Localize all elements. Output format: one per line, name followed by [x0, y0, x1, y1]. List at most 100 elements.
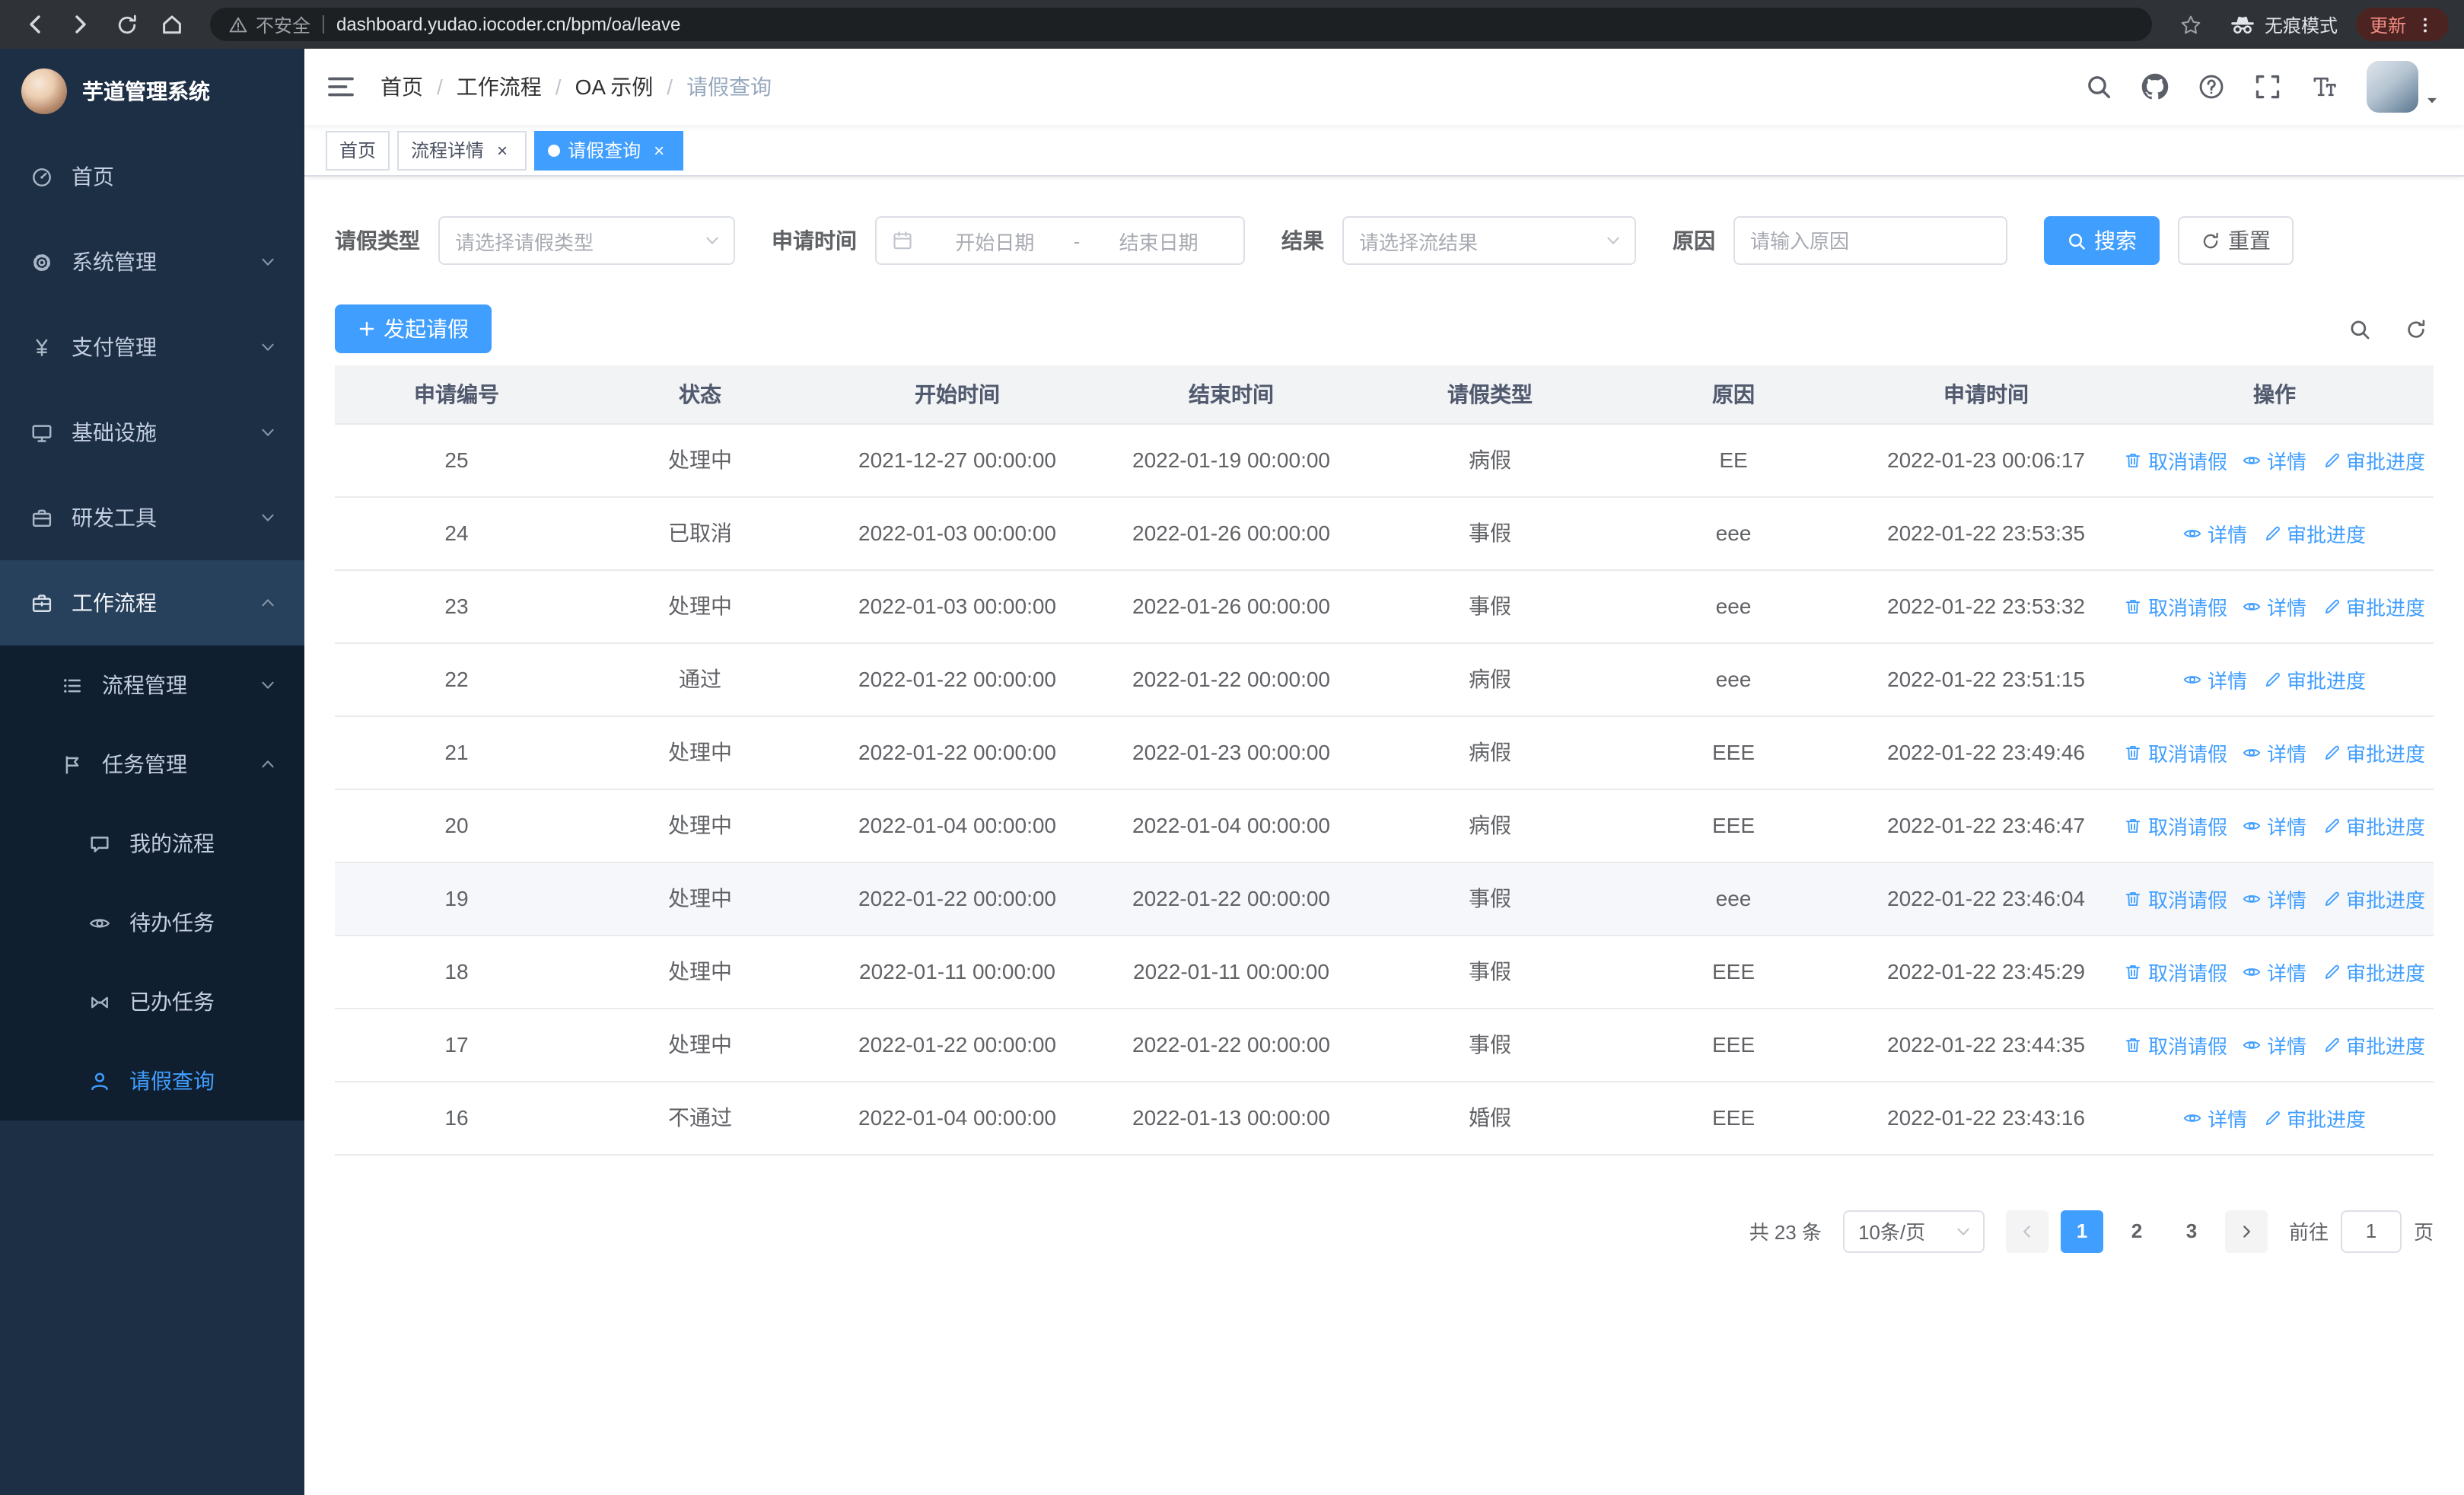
breadcrumb-item[interactable]: OA 示例 [575, 72, 654, 102]
monitor-icon [30, 421, 53, 444]
approval-progress-link[interactable]: 审批进度 [2322, 811, 2425, 840]
address-bar[interactable]: 不安全 dashboard.yudao.iocoder.cn/bpm/oa/le… [210, 8, 2152, 41]
eye-icon [88, 911, 111, 934]
breadcrumb-item[interactable]: 首页 [380, 72, 423, 102]
cancel-leave-link[interactable]: 取消请假 [2124, 591, 2227, 620]
next-page-button[interactable] [2224, 1210, 2268, 1252]
cancel-leave-link[interactable]: 取消请假 [2124, 884, 2227, 913]
detail-link[interactable]: 详情 [2243, 811, 2306, 840]
sidebar: 芋道管理系统 首页 系统管理 支付管理 基础设施 研发工具 工作流程 流程管理 任务管理 我的流… [0, 49, 304, 1495]
approval-progress-link[interactable]: 审批进度 [2262, 518, 2366, 547]
chevron-left-icon [2018, 1222, 2036, 1240]
approval-progress-link[interactable]: 审批进度 [2322, 738, 2425, 767]
edit-icon [2322, 742, 2341, 762]
approval-progress-link[interactable]: 审批进度 [2322, 445, 2425, 474]
start-date-placeholder: 开始日期 [955, 231, 1035, 253]
goto-page-input[interactable] [2340, 1210, 2402, 1252]
breadcrumb-item[interactable]: 工作流程 [457, 72, 542, 102]
menu-item-system-management[interactable]: 系统管理 [0, 219, 304, 304]
page-1[interactable]: 1 [2060, 1210, 2103, 1252]
browser-menu-icon[interactable] [2415, 14, 2435, 34]
menu-item-process-management[interactable]: 流程管理 [0, 645, 304, 725]
toggle-search-icon[interactable] [2348, 317, 2371, 340]
menu-item-payment-management[interactable]: 支付管理 [0, 304, 304, 390]
refresh-table-icon[interactable] [2405, 317, 2427, 340]
approval-progress-link[interactable]: 审批进度 [2322, 957, 2425, 986]
detail-link[interactable]: 详情 [2243, 445, 2306, 474]
menu-item-home[interactable]: 首页 [0, 134, 304, 219]
op-label: 审批进度 [2346, 742, 2426, 765]
cancel-leave-link[interactable]: 取消请假 [2124, 811, 2227, 840]
approval-progress-link[interactable]: 审批进度 [2322, 884, 2425, 913]
page-size-select[interactable]: 10条/页 [1842, 1210, 1985, 1252]
menu-item-dev-tools[interactable]: 研发工具 [0, 475, 304, 560]
reset-button[interactable]: 重置 [2178, 216, 2294, 265]
detail-link[interactable]: 详情 [2243, 957, 2306, 986]
header-search-icon[interactable] [2085, 73, 2112, 100]
menu-item-workflow[interactable]: 工作流程 [0, 560, 304, 645]
navbar: 首页 / 工作流程 / OA 示例 / 请假查询 [304, 49, 2464, 125]
detail-link[interactable]: 详情 [2243, 738, 2306, 767]
github-icon[interactable] [2141, 73, 2169, 100]
cell-id: 23 [335, 569, 578, 643]
cell-end: 2022-01-13 00:00:00 [1093, 1081, 1370, 1155]
approval-progress-link[interactable]: 审批进度 [2322, 1030, 2425, 1059]
menu-item-task-management[interactable]: 任务管理 [0, 725, 304, 804]
detail-link[interactable]: 详情 [2243, 591, 2306, 620]
browser-forward-button[interactable] [61, 5, 100, 44]
menu-item-todo-task[interactable]: 待办任务 [0, 883, 304, 962]
approval-progress-link[interactable]: 审批进度 [2262, 1103, 2366, 1132]
detail-link[interactable]: 详情 [2243, 1030, 2306, 1059]
tab-leave-query[interactable]: 请假查询 × [534, 130, 684, 170]
cell-start: 2022-01-22 00:00:00 [822, 862, 1093, 936]
hamburger-icon[interactable] [326, 72, 356, 102]
detail-link[interactable]: 详情 [2183, 665, 2247, 693]
menu-item-leave-query[interactable]: 请假查询 [0, 1041, 304, 1120]
menu-item-infrastructure[interactable]: 基础设施 [0, 390, 304, 475]
prev-page-button[interactable] [2005, 1210, 2049, 1252]
sidebar-menu: 首页 系统管理 支付管理 基础设施 研发工具 工作流程 流程管理 任务管理 我的流程 待办任务 已办… [0, 134, 304, 1495]
op-label: 详情 [2266, 888, 2306, 911]
result-select[interactable]: 请选择流结果 [1342, 216, 1636, 265]
browser-reload-button[interactable] [107, 5, 146, 44]
apply-time-range-picker[interactable]: 开始日期 - 结束日期 [875, 216, 1245, 265]
edit-icon [2262, 523, 2282, 543]
edit-icon [2322, 596, 2341, 616]
breadcrumb-item: 请假查询 [686, 75, 772, 99]
cancel-leave-link[interactable]: 取消请假 [2124, 1030, 2227, 1059]
cancel-leave-link[interactable]: 取消请假 [2124, 738, 2227, 767]
close-tab-icon[interactable]: × [648, 139, 670, 161]
reason-input[interactable] [1733, 216, 2007, 265]
detail-link[interactable]: 详情 [2183, 1103, 2247, 1132]
browser-back-button[interactable] [15, 5, 55, 44]
cell-end: 2022-01-04 00:00:00 [1093, 789, 1370, 862]
browser-update-button[interactable]: 更新 [2355, 8, 2449, 41]
create-leave-button[interactable]: 发起请假 [335, 304, 492, 353]
browser-home-button[interactable] [152, 5, 192, 44]
tab-home[interactable]: 首页 [326, 130, 390, 170]
page-2[interactable]: 2 [2115, 1210, 2158, 1252]
font-size-icon[interactable] [2310, 73, 2338, 100]
bookmark-star-icon[interactable] [2179, 13, 2202, 36]
approval-progress-link[interactable]: 审批进度 [2262, 665, 2366, 693]
main-area: 首页 / 工作流程 / OA 示例 / 请假查询 首页 流程详情 × 请假查询 × [304, 49, 2464, 1495]
table-row: 24 已取消 2022-01-03 00:00:00 2022-01-26 00:00… [335, 496, 2434, 570]
app-logo[interactable]: 芋道管理系统 [0, 49, 304, 134]
menu-item-done-task[interactable]: 已办任务 [0, 962, 304, 1041]
leave-type-select[interactable]: 请选择请假类型 [438, 216, 735, 265]
user-avatar-menu[interactable] [2367, 61, 2440, 113]
menu-item-my-process[interactable]: 我的流程 [0, 804, 304, 883]
fullscreen-icon[interactable] [2254, 73, 2281, 100]
search-button[interactable]: 搜索 [2044, 216, 2160, 265]
detail-link[interactable]: 详情 [2243, 884, 2306, 913]
cancel-leave-link[interactable]: 取消请假 [2124, 957, 2227, 986]
table-row: 23 处理中 2022-01-03 00:00:00 2022-01-26 00:00… [335, 569, 2434, 643]
approval-progress-link[interactable]: 审批进度 [2322, 591, 2425, 620]
cancel-leave-link[interactable]: 取消请假 [2124, 445, 2227, 474]
cell-status: 处理中 [578, 1008, 822, 1082]
tab-process-detail[interactable]: 流程详情 × [397, 130, 527, 170]
help-icon[interactable] [2198, 73, 2225, 100]
detail-link[interactable]: 详情 [2183, 518, 2247, 547]
page-3[interactable]: 3 [2170, 1210, 2213, 1252]
close-tab-icon[interactable]: × [492, 139, 513, 161]
